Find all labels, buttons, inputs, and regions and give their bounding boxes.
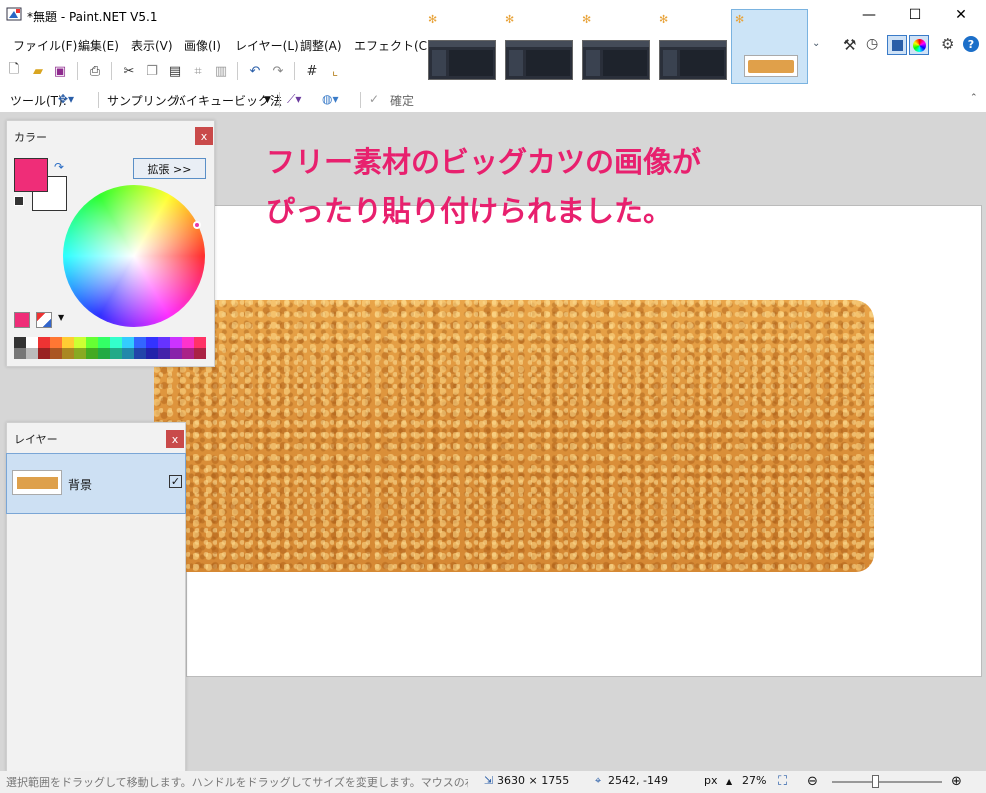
ruler-icon[interactable]: ⌞ [326, 62, 344, 80]
swap-colors-icon[interactable]: ↷ [54, 160, 64, 174]
primary-color-swatch[interactable] [14, 158, 48, 192]
layers-panel-title: レイヤー [14, 433, 58, 446]
colors-toggle-icon[interactable] [909, 35, 929, 55]
menu-bar: ファイル(F) 編集(E) 表示(V) 画像(I) レイヤー(L) 調整(A) … [0, 30, 432, 58]
menu-adjust[interactable]: 調整(A) [300, 37, 342, 54]
zoom-slider-handle[interactable] [872, 775, 879, 788]
image-size-icon: ⇲ [484, 774, 494, 787]
copy-icon[interactable]: ❐ [143, 62, 161, 80]
tools-icon[interactable]: ⚒ [843, 36, 856, 54]
crop-icon[interactable]: ⌗ [189, 62, 207, 80]
active-image-thumbnail [744, 55, 798, 77]
chevron-down-icon[interactable]: ▼ [264, 95, 271, 105]
toolbar-expand-icon[interactable]: ⌃ [970, 93, 978, 103]
menu-file[interactable]: ファイル(F) [13, 37, 77, 54]
chevron-down-icon[interactable]: ⌄ [812, 38, 820, 49]
color-wheel[interactable] [63, 185, 205, 327]
zoom-level[interactable]: 27% [742, 774, 766, 787]
confirm-button[interactable]: 確定 [390, 92, 414, 109]
print-icon[interactable]: ⎙ [86, 62, 104, 80]
menu-image[interactable]: 画像(I) [184, 37, 221, 54]
sampling-label: サンプリング: [107, 94, 183, 108]
color-panel-close-button[interactable]: x [195, 127, 213, 145]
color-wheel-handle[interactable] [193, 221, 201, 229]
save-icon[interactable]: ▣ [51, 62, 69, 80]
chevron-down-icon[interactable]: ▼ [58, 313, 64, 322]
status-hint: 選択範囲をドラッグして移動します。ハンドルをドラッグしてサイズを変更します。マウ… [6, 776, 468, 789]
layers-panel-close-button[interactable]: x [166, 430, 184, 448]
zoom-in-icon[interactable]: ⊕ [951, 774, 962, 789]
layers-toggle-icon[interactable] [887, 35, 907, 55]
chevron-up-icon[interactable]: ▲ [726, 777, 732, 786]
zoom-out-icon[interactable]: ⊖ [807, 774, 818, 789]
color-palette[interactable] [14, 337, 206, 359]
open-folder-icon[interactable]: ▰ [29, 62, 47, 80]
layer-name: 背景 [68, 478, 93, 492]
undo-icon[interactable]: ↶ [246, 62, 264, 80]
fit-window-icon[interactable]: ⛶ [778, 774, 787, 789]
minimize-button[interactable]: — [846, 0, 892, 30]
grid-icon[interactable]: # [303, 62, 321, 80]
menu-layer[interactable]: レイヤー(L) [235, 37, 299, 54]
image-tab-thumbnail[interactable] [505, 40, 573, 80]
color-panel-title: カラー [14, 131, 47, 144]
annotation-line-1: フリー素材のビッグカツの画像が [266, 145, 702, 179]
expand-button[interactable]: 拡張 >> [133, 158, 206, 179]
unsaved-star-icon: ✻ [505, 13, 515, 26]
add-to-palette-icon[interactable] [14, 312, 30, 328]
image-tab-thumbnail[interactable] [428, 40, 496, 80]
zoom-slider-track[interactable] [832, 781, 942, 783]
help-icon[interactable]: ? [963, 36, 979, 52]
cursor-position: 2542, -149 [608, 774, 668, 787]
annotation-text: フリー素材のビッグカツの画像が ぴったり貼り付けられました。 [266, 138, 701, 236]
image-size: 3630 × 1755 [497, 774, 570, 787]
window-title: *無題 - Paint.NET V5.1 [27, 10, 158, 24]
layer-thumbnail [12, 470, 62, 495]
maximize-button[interactable]: ☐ [892, 0, 938, 30]
redo-icon[interactable]: ↷ [269, 62, 287, 80]
palette-menu-icon[interactable] [36, 312, 52, 328]
menu-view[interactable]: 表示(V) [131, 37, 173, 54]
pasted-cutlet-image[interactable] [154, 300, 874, 572]
annotation-line-2: ぴったり貼り付けられました。 [266, 194, 673, 228]
menu-effect[interactable]: エフェクト(C) [354, 37, 432, 54]
image-tab-thumbnail[interactable] [582, 40, 650, 80]
blend-mode-icon[interactable]: ◍▾ [322, 92, 339, 106]
deselect-icon[interactable]: ▥ [212, 62, 230, 80]
cursor-position-icon: ⌖ [595, 774, 602, 787]
settings-gear-icon[interactable]: ⚙ [941, 35, 954, 53]
layer-visibility-checkbox[interactable]: ✓ [169, 475, 182, 488]
unsaved-star-icon: ✻ [659, 13, 669, 26]
paintnet-app-icon [6, 6, 22, 22]
reset-colors-icon[interactable] [14, 196, 24, 206]
new-file-icon[interactable]: 🗋 [5, 62, 23, 80]
unsaved-star-icon: ✻ [582, 13, 592, 26]
antialiasing-icon[interactable]: ⟋▾ [287, 92, 301, 107]
paste-icon[interactable]: ▤ [166, 62, 184, 80]
unsaved-star-icon: ✻ [735, 13, 745, 26]
move-selection-tool-icon[interactable]: ✥▾ [58, 92, 74, 106]
image-tab-thumbnail[interactable] [659, 40, 727, 80]
unit-selector[interactable]: px [704, 774, 718, 787]
cut-icon[interactable]: ✂ [120, 62, 138, 80]
menu-edit[interactable]: 編集(E) [78, 37, 119, 54]
confirm-check-icon[interactable]: ✓ [369, 92, 379, 106]
close-button[interactable]: ✕ [938, 0, 984, 30]
unsaved-star-icon: ✻ [428, 13, 438, 26]
history-icon[interactable]: ◷ [866, 36, 878, 52]
